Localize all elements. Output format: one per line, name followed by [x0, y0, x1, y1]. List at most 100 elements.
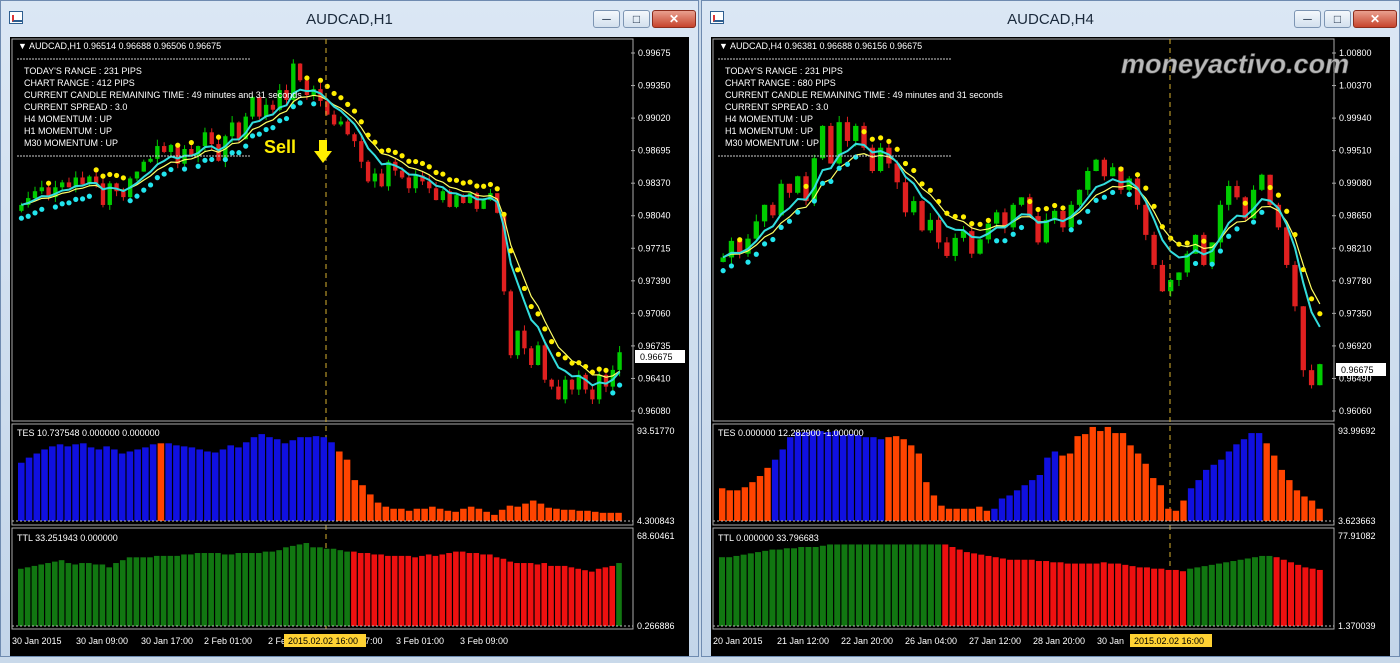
histogram-bar: [1089, 426, 1096, 521]
ttl-indicator-panel[interactable]: TTL 33.251943 0.000000 68.60461 0.266886: [11, 527, 675, 631]
psar-dot: [1002, 238, 1008, 244]
psar-dot: [515, 267, 521, 273]
psar-dot: [467, 179, 473, 185]
histogram-bar: [473, 553, 480, 626]
histogram-bar: [1115, 563, 1122, 626]
histogram-bar: [906, 544, 913, 626]
candle-body: [338, 121, 344, 125]
candle-body: [331, 114, 337, 125]
psar-dot: [283, 115, 290, 122]
histogram-bar: [841, 544, 848, 626]
histogram-bar: [262, 551, 269, 626]
time-axis[interactable]: 20 Jan 2015 21 Jan 12:00 22 Jan 20:00 26…: [713, 634, 1212, 647]
psar-dot: [413, 158, 419, 165]
psar-dot: [528, 303, 534, 310]
histogram-bar: [537, 503, 545, 521]
histogram-bar: [330, 548, 337, 626]
time-label: 26 Jan 04:00: [905, 636, 957, 646]
close-button[interactable]: ✕: [1353, 10, 1397, 28]
candle-body: [902, 182, 909, 213]
minimize-button[interactable]: ─: [593, 10, 620, 28]
histogram-bar: [92, 564, 99, 626]
time-axis[interactable]: 30 Jan 2015 30 Jan 09:00 30 Jan 17:00 2 …: [12, 634, 508, 647]
psar-dot: [1151, 203, 1157, 209]
chart-canvas[interactable]: ▼ AUDCAD,H4 0.96381 0.96688 0.96156 0.96…: [711, 37, 1392, 658]
title-bar[interactable]: AUDCAD,H1 ─ □ ✕: [1, 1, 698, 37]
close-icon: ✕: [668, 12, 680, 26]
histogram-bar: [405, 555, 412, 626]
histogram-bar: [357, 553, 364, 626]
psar-dot: [562, 355, 568, 361]
price-label: 0.99940: [1339, 113, 1372, 123]
histogram-bar: [1143, 567, 1150, 626]
histogram-bar: [1059, 455, 1066, 521]
histogram-bar: [165, 443, 172, 521]
close-button[interactable]: ✕: [652, 10, 696, 28]
psar-dot: [919, 181, 925, 187]
candle-body: [39, 187, 44, 192]
tes-indicator-panel[interactable]: TES 0.000000 12.282900 -1.000000 93.9969…: [712, 423, 1376, 526]
histogram-bar: [930, 495, 938, 521]
histogram-bar: [935, 544, 942, 626]
collapse-arrow-icon[interactable]: ▼: [719, 41, 728, 51]
price-axis[interactable]: 1.00800 1.00370 0.99940 0.99510 0.99080 0.986…: [1332, 48, 1372, 416]
psar-dot: [1201, 238, 1207, 244]
histogram-bar: [328, 442, 335, 521]
histogram-bar: [1134, 453, 1142, 521]
histogram-bar: [196, 449, 203, 521]
chart-area[interactable]: ▼ AUDCAD,H1 0.96514 0.96688 0.96506 0.96…: [10, 37, 689, 656]
histogram-bar: [923, 482, 930, 521]
psar-dot: [1134, 172, 1141, 178]
histogram-bar: [1066, 453, 1074, 521]
chart-range: CHART RANGE : 412 PIPS: [24, 78, 135, 88]
candle-body: [795, 176, 801, 193]
maximize-button[interactable]: □: [1324, 10, 1351, 28]
histogram-bar: [719, 488, 726, 521]
psar-dot: [351, 108, 358, 114]
histogram-bar: [412, 557, 418, 626]
ttl-scale-bottom: 1.370039: [1338, 621, 1376, 631]
ttl-scale-bottom: 0.266886: [637, 621, 675, 631]
histogram-bar: [1071, 563, 1078, 626]
psar-dot: [1234, 226, 1240, 232]
chart-canvas[interactable]: ▼ AUDCAD,H1 0.96514 0.96688 0.96506 0.96…: [10, 37, 691, 658]
candle-body: [1234, 186, 1240, 198]
psar-dot: [202, 157, 208, 163]
psar-dot: [358, 119, 364, 125]
minimize-button[interactable]: ─: [1294, 10, 1321, 28]
candle-body: [778, 183, 784, 216]
histogram-bar: [133, 557, 140, 626]
psar-dot: [379, 148, 385, 154]
psar-dot: [1060, 205, 1066, 211]
candle-body: [911, 201, 917, 213]
histogram-bar: [616, 563, 622, 626]
candle-body: [1308, 370, 1315, 386]
histogram-bar: [1165, 508, 1172, 521]
histogram-bar: [444, 510, 452, 521]
histogram-bar: [908, 445, 915, 521]
psar-dot: [902, 160, 909, 167]
tes-indicator-panel[interactable]: TES 10.737548 0.000000 0.000000 93.51770…: [11, 423, 675, 526]
maximize-button[interactable]: □: [623, 10, 650, 28]
candle-body: [1018, 197, 1025, 205]
histogram-bar: [364, 553, 371, 626]
psar-dot: [795, 209, 801, 215]
histogram-bar: [1195, 480, 1202, 521]
histogram-bar: [1230, 561, 1237, 626]
candle-body: [19, 204, 24, 211]
histogram-bar: [1293, 490, 1301, 521]
chart-area[interactable]: ▼ AUDCAD,H4 0.96381 0.96688 0.96156 0.96…: [711, 37, 1390, 656]
chart-window-h1: AUDCAD,H1 ─ □ ✕ ▼ AUDCAD,H1 0.96514 0.96…: [0, 0, 699, 657]
tes-values: TES 10.737548 0.000000 0.000000: [17, 428, 160, 438]
histogram-bar: [999, 558, 1006, 626]
candle-body: [952, 237, 958, 256]
ttl-indicator-panel[interactable]: TTL 0.000000 33.796683 77.91082 1.370039: [712, 527, 1376, 631]
title-bar[interactable]: AUDCAD,H4 ─ □ ✕: [702, 1, 1399, 37]
psar-dot: [1043, 206, 1049, 212]
histogram-bar: [398, 508, 405, 521]
histogram-bar: [1165, 569, 1172, 626]
collapse-arrow-icon[interactable]: ▼: [18, 41, 27, 51]
histogram-bar: [173, 445, 180, 521]
histogram-bar: [1273, 557, 1280, 626]
cursor-time: 2015.02.02 16:00: [1134, 636, 1204, 646]
